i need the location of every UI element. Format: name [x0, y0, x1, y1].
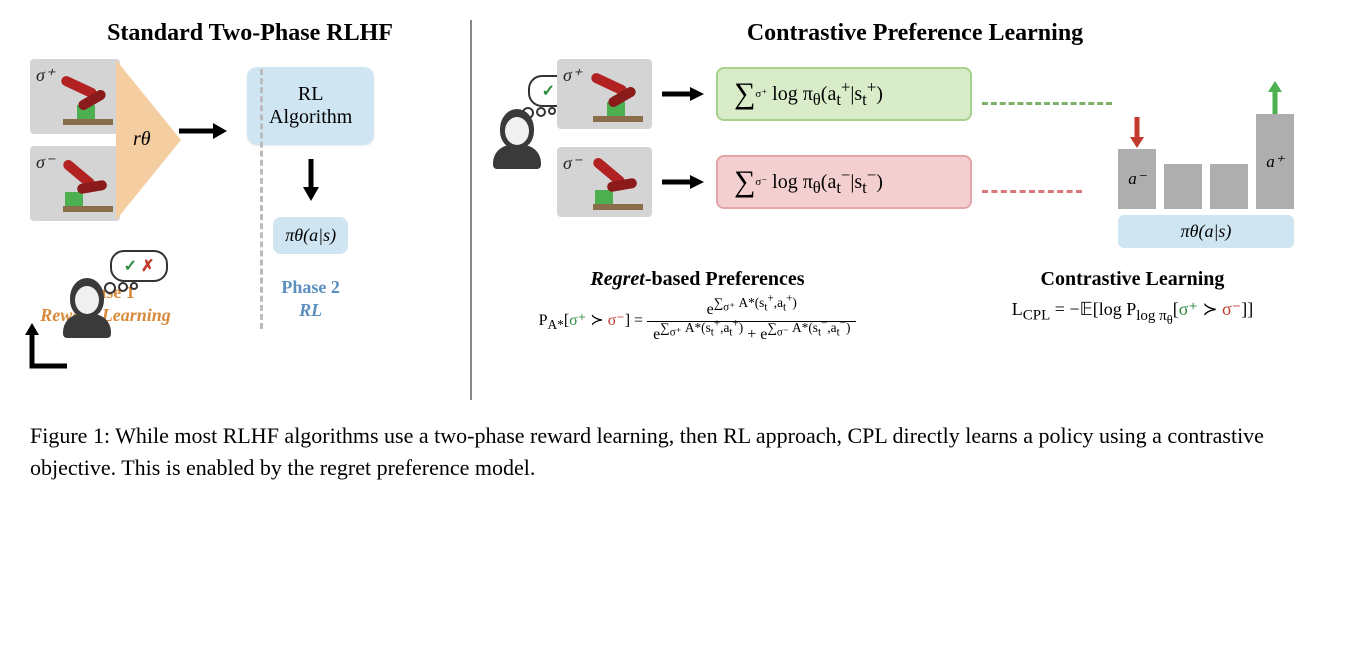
panel-divider — [470, 20, 472, 400]
left-panel: Standard Two-Phase RLHF σ⁺ — [30, 20, 470, 328]
arrow-right-icon — [179, 119, 229, 143]
arrow-right-icon — [662, 84, 706, 104]
figure-caption: Figure 1: While most RLHF algorithms use… — [30, 420, 1330, 484]
bar-mid2 — [1210, 164, 1248, 209]
phase2-subtitle: RL — [281, 299, 340, 322]
down-arrow-icon — [1127, 115, 1147, 149]
up-arrow-icon — [1265, 80, 1285, 114]
sigma-plus-label: σ⁺ — [36, 65, 54, 86]
policy-strip: πθ(a|s) — [1118, 215, 1294, 248]
sigma-stack: σ⁺ σ⁻ — [30, 59, 120, 221]
sigma-minus-box: σ⁻ — [30, 146, 120, 221]
contrastive-formula: LCPL = −𝔼[log Plog πθ[σ⁺ ≻ σ⁻]] — [935, 299, 1330, 320]
right-top-row: ✓ ✗ σ⁺ — [500, 59, 1330, 248]
human-icon: ✓ ✗ — [70, 278, 111, 338]
regret-lhs: PA*[σ⁺ ≻ σ⁻] = — [539, 312, 643, 329]
sum-minus-formula: log πθ(at−|st−) — [772, 171, 883, 194]
right-title: Contrastive Preference Learning — [500, 20, 1330, 47]
green-dash-icon — [982, 102, 1112, 105]
sigma-plus-label-right: σ⁺ — [563, 65, 581, 86]
rl-algorithm-box: RL Algorithm — [247, 67, 374, 145]
rl-line1: RL — [298, 83, 324, 105]
thought-bubble-icon: ✓ ✗ — [110, 250, 168, 282]
check-icon: ✓ — [124, 256, 137, 276]
phase2-area: RL Algorithm πθ(a|s) Phase 2 RL — [247, 59, 374, 323]
sigma-minus-label: σ⁻ — [36, 152, 54, 173]
sigma-minus-box-right: σ⁻ — [557, 147, 652, 217]
regret-den: e∑σ⁺ A*(st+,at+) + e∑σ⁻ A*(st−,at−) — [647, 322, 856, 344]
red-dash-icon — [982, 190, 1082, 193]
left-title: Standard Two-Phase RLHF — [30, 20, 470, 47]
robot-scene-icon — [585, 64, 645, 124]
regret-formula: PA*[σ⁺ ≻ σ⁻] = e∑σ⁺ A*(st+,at+) e∑σ⁺ A*(… — [500, 299, 895, 344]
bar-a-minus: a⁻ — [1118, 149, 1156, 209]
sum-minus-box: ∑σ⁻ log πθ(at−|st−) — [716, 155, 972, 209]
sigma-plus-box: σ⁺ — [30, 59, 120, 134]
arrow-down-icon — [299, 159, 323, 203]
robot-scene-icon — [55, 67, 115, 127]
subrow: Regret-based Preferences PA*[σ⁺ ≻ σ⁻] = … — [500, 268, 1330, 344]
bar-plus-label: a⁺ — [1266, 152, 1283, 172]
policy-box: πθ(a|s) — [273, 217, 348, 254]
x-icon: ✗ — [141, 256, 154, 276]
reward-label: rθ — [133, 128, 151, 151]
robot-scene-icon — [585, 152, 645, 212]
regret-title-rest: -based Preferences — [645, 268, 805, 290]
robot-scene-icon — [55, 154, 115, 214]
regret-title-em: Regret — [590, 268, 644, 290]
reward-model-icon: rθ — [116, 60, 181, 220]
sigma-plus-box-right: σ⁺ — [557, 59, 652, 129]
arrow-right-icon — [662, 172, 706, 192]
bar-mid1 — [1164, 164, 1202, 209]
regret-col: Regret-based Preferences PA*[σ⁺ ≻ σ⁻] = … — [500, 268, 895, 344]
phase2-title: Phase 2 — [281, 277, 340, 297]
sigma-minus-label-right: σ⁻ — [563, 153, 581, 174]
sum-plus-box: ∑σ⁺ log πθ(at+|st+) — [716, 67, 972, 121]
rl-line2: Algorithm — [269, 106, 352, 128]
human-icon: ✓ ✗ — [500, 109, 541, 169]
dashed-divider — [260, 69, 263, 329]
check-icon: ✓ — [542, 81, 555, 101]
phase2-label: Phase 2 RL — [281, 276, 340, 323]
bar-minus-label: a⁻ — [1128, 169, 1145, 189]
bar-a-plus: a⁺ — [1256, 114, 1294, 209]
phase1-area: σ⁺ σ⁻ — [30, 59, 181, 328]
contrastive-title: Contrastive Learning — [935, 268, 1330, 291]
sigma-stack-right: σ⁺ ∑σ⁺ log πθ(at+|st+) — [557, 59, 1112, 217]
regret-title: Regret-based Preferences — [500, 268, 895, 291]
contrastive-col: Contrastive Learning LCPL = −𝔼[log Plog … — [935, 268, 1330, 344]
left-content: σ⁺ σ⁻ — [30, 59, 470, 328]
bars-chart: a⁻ a⁺ πθ(a|s) — [1118, 59, 1294, 248]
figure-container: Standard Two-Phase RLHF σ⁺ — [30, 20, 1330, 400]
sum-plus-formula: log πθ(at+|st+) — [772, 83, 883, 106]
bars-area: a⁻ a⁺ — [1118, 89, 1294, 209]
regret-fraction: e∑σ⁺ A*(st+,at+) e∑σ⁺ A*(st+,at+) + e∑σ⁻… — [647, 299, 856, 344]
right-panel: Contrastive Preference Learning ✓ ✗ — [480, 20, 1330, 344]
